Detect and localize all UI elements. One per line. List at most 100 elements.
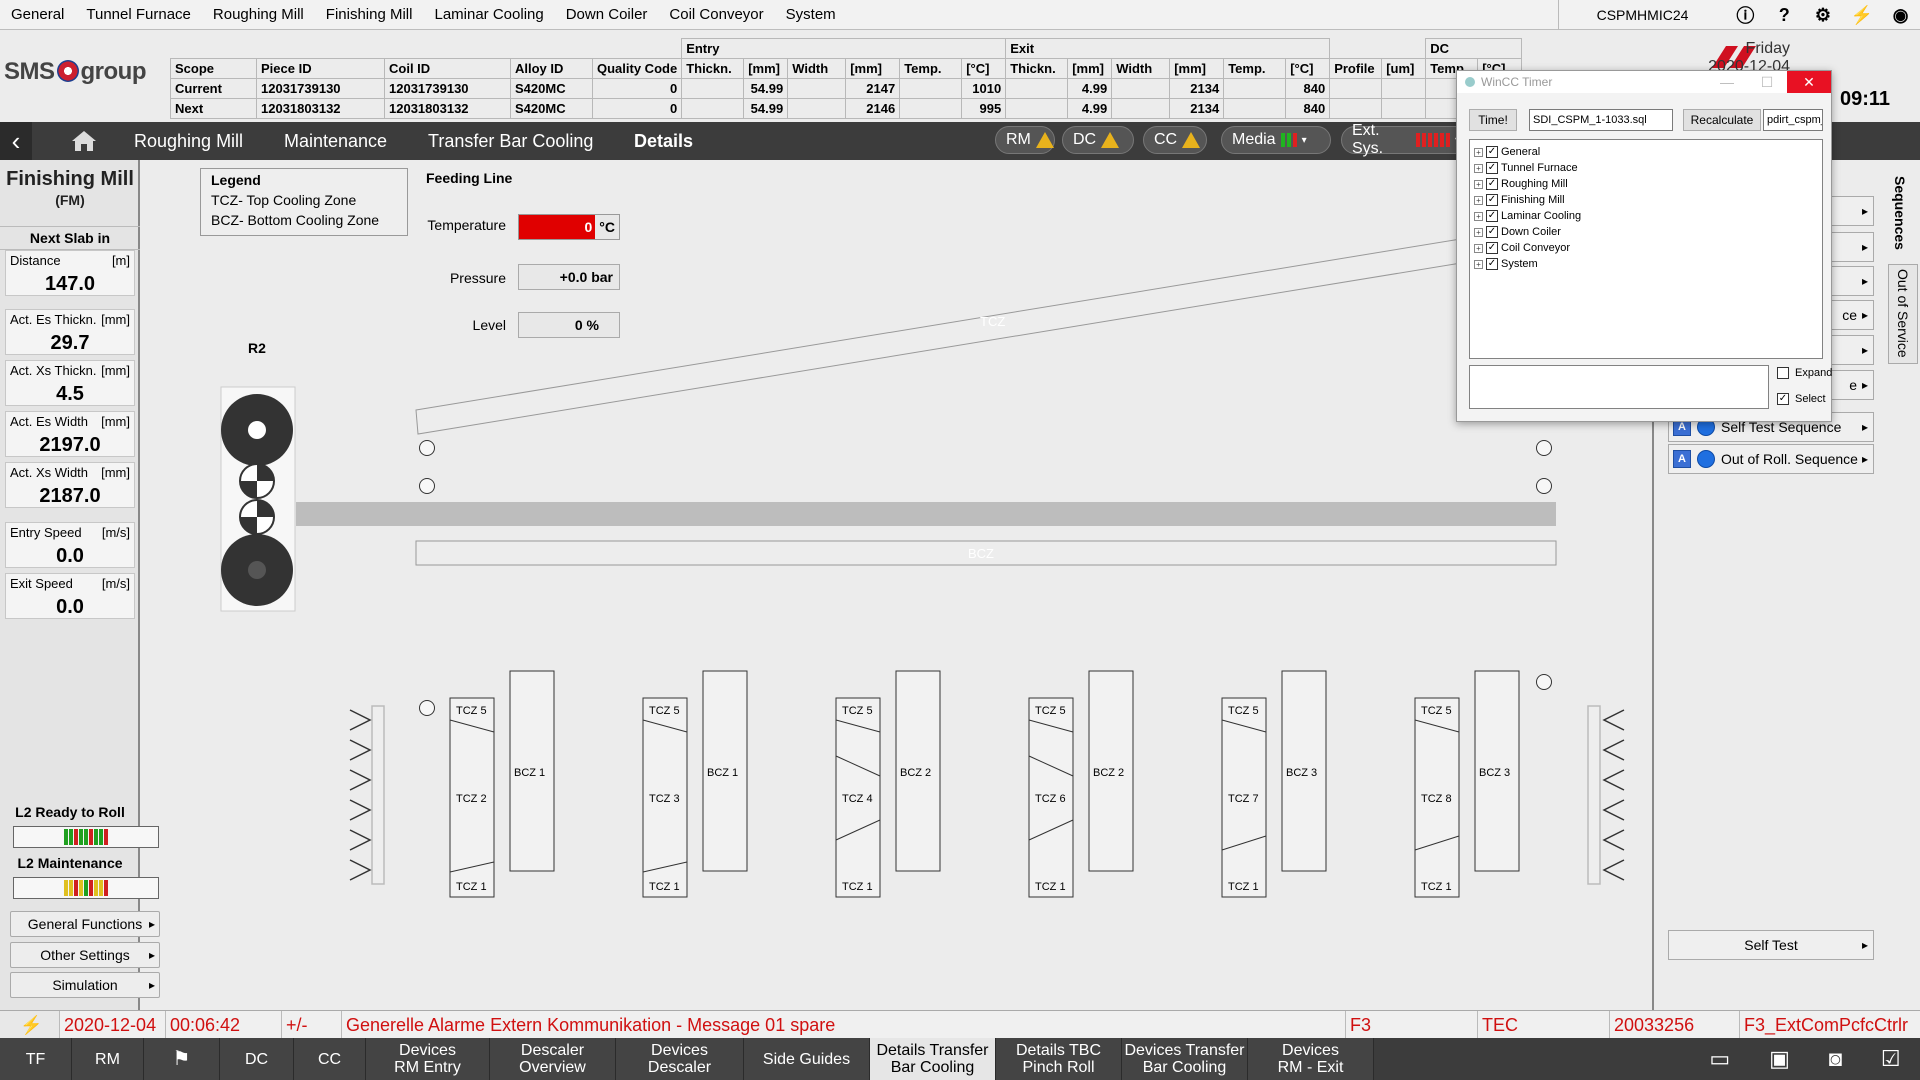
- tab-out-of-service[interactable]: Out of Service: [1888, 264, 1918, 364]
- camera-icon[interactable]: ◙: [1829, 1046, 1842, 1072]
- expand-plus-icon[interactable]: +: [1474, 147, 1483, 157]
- minimize-button[interactable]: —: [1711, 71, 1743, 93]
- tree-checkbox[interactable]: ✓: [1486, 258, 1498, 270]
- tree-item[interactable]: + ✓ Tunnel Furnace: [1474, 160, 1818, 176]
- tree-checkbox[interactable]: ✓: [1486, 210, 1498, 222]
- checkbox-icon[interactable]: ☑: [1881, 1046, 1901, 1072]
- tree-item[interactable]: + ✓ Down Coiler: [1474, 224, 1818, 240]
- expand-plus-icon[interactable]: +: [1474, 243, 1483, 253]
- tree-item-label: Down Coiler: [1501, 226, 1561, 238]
- bottom-nav-item[interactable]: Devices RM Entry: [366, 1038, 490, 1080]
- bottom-nav-label: Descaler Overview: [519, 1042, 586, 1076]
- bottom-nav-item[interactable]: Details Transfer Bar Cooling: [870, 1038, 996, 1080]
- backup-roll-top: [239, 463, 275, 499]
- bottom-nav-label: Devices Transfer Bar Cooling: [1124, 1042, 1245, 1076]
- sequence-label: ce: [1842, 307, 1857, 323]
- status-dot-icon: [1697, 450, 1715, 468]
- monitor-menu-icon[interactable]: ▭: [1709, 1046, 1730, 1072]
- tree-checkbox[interactable]: ✓: [1486, 162, 1498, 174]
- time-button[interactable]: Time!: [1469, 109, 1517, 131]
- bottom-nav-item[interactable]: TF: [0, 1038, 72, 1080]
- tree-item-label: System: [1501, 258, 1538, 270]
- bottom-nav-label: Details TBC Pinch Roll: [1015, 1042, 1102, 1076]
- alarm-time: 00:06:42: [166, 1010, 282, 1039]
- tree-item[interactable]: + ✓ Coil Conveyor: [1474, 240, 1818, 256]
- tree-item[interactable]: + ✓ Roughing Mill: [1474, 176, 1818, 192]
- tree-item-label: Finishing Mill: [1501, 194, 1565, 206]
- app-icon: [1465, 77, 1475, 87]
- tcz-top-label: TCZ 5: [1228, 705, 1259, 717]
- expand-plus-icon[interactable]: +: [1474, 211, 1483, 221]
- bottom-nav-label: Details Transfer Bar Cooling: [876, 1042, 989, 1076]
- cooling-zone: TCZ 5 TCZ 8 TCZ 1 BCZ 3: [1414, 670, 1520, 898]
- db-name-field[interactable]: pdirt_cspm_3: [1763, 109, 1823, 131]
- expand-plus-icon[interactable]: +: [1474, 163, 1483, 173]
- tree-checkbox[interactable]: ✓: [1486, 194, 1498, 206]
- expand-plus-icon[interactable]: +: [1474, 259, 1483, 269]
- sensor-icon[interactable]: [1536, 478, 1552, 494]
- expand-checkbox[interactable]: Expand: [1777, 367, 1832, 379]
- sequence-label: e: [1849, 377, 1857, 393]
- self-test-label: Self Test: [1744, 937, 1798, 953]
- bottom-nav-label: Devices RM - Exit: [1277, 1042, 1344, 1076]
- bottom-nav-item[interactable]: Details TBC Pinch Roll: [996, 1038, 1122, 1080]
- sensor-icon[interactable]: [419, 478, 435, 494]
- sensor-icon[interactable]: [1536, 674, 1552, 690]
- bottom-nav-item[interactable]: Devices RM - Exit: [1248, 1038, 1374, 1080]
- tcz-bot-label: TCZ 1: [1421, 881, 1452, 893]
- bottom-nav-label: RM: [95, 1050, 120, 1068]
- expand-checkbox-box[interactable]: [1777, 367, 1789, 379]
- tcz-top-label: TCZ 5: [649, 705, 680, 717]
- tcz-top-label: TCZ 5: [1421, 705, 1452, 717]
- out-of-roll-sequence-button[interactable]: A Out of Roll. Sequence: [1668, 444, 1874, 474]
- bcz-label: BCZ 1: [514, 767, 545, 779]
- output-text-area[interactable]: [1469, 365, 1769, 409]
- expand-plus-icon[interactable]: +: [1474, 179, 1483, 189]
- right-spray-nozzles: [1587, 705, 1625, 885]
- tree-item[interactable]: + ✓ Laminar Cooling: [1474, 208, 1818, 224]
- sensor-icon[interactable]: [1536, 440, 1552, 456]
- bottom-nav-item[interactable]: RM: [72, 1038, 144, 1080]
- bottom-nav-item[interactable]: Devices Descaler: [616, 1038, 744, 1080]
- tree-item[interactable]: + ✓ General: [1474, 144, 1818, 160]
- alarm-area: F3: [1346, 1010, 1478, 1039]
- bottom-nav-item[interactable]: Side Guides: [744, 1038, 870, 1080]
- select-checkbox[interactable]: ✓ Select: [1777, 393, 1826, 405]
- tree-checkbox[interactable]: ✓: [1486, 178, 1498, 190]
- tree-item-label: General: [1501, 146, 1541, 158]
- bottom-nav-item[interactable]: ⚑: [144, 1038, 220, 1080]
- sensor-icon[interactable]: [419, 440, 435, 456]
- work-roll-bottom-hub: [248, 561, 266, 579]
- close-button[interactable]: ✕: [1787, 71, 1831, 93]
- alarm-type: TEC: [1478, 1010, 1610, 1039]
- tab-sequences[interactable]: Sequences: [1892, 176, 1908, 266]
- tree-item[interactable]: + ✓ System: [1474, 256, 1818, 272]
- bottom-nav-label: CC: [317, 1050, 342, 1068]
- tree-checkbox[interactable]: ✓: [1486, 226, 1498, 238]
- sensor-icon[interactable]: [419, 700, 435, 716]
- bcz-label: BCZ 3: [1286, 767, 1317, 779]
- expand-plus-icon[interactable]: +: [1474, 227, 1483, 237]
- alarm-message: Generelle Alarme Extern Kommunikation - …: [342, 1010, 1346, 1039]
- bottom-nav-item[interactable]: DC: [220, 1038, 294, 1080]
- tree-checkbox[interactable]: ✓: [1486, 146, 1498, 158]
- bottom-nav-item[interactable]: CC: [294, 1038, 366, 1080]
- recalculate-button[interactable]: Recalculate: [1683, 109, 1761, 131]
- tree-checkbox[interactable]: ✓: [1486, 242, 1498, 254]
- tcz-mid-label: TCZ 4: [842, 793, 873, 805]
- bottom-nav-item[interactable]: Descaler Overview: [490, 1038, 616, 1080]
- expand-plus-icon[interactable]: +: [1474, 195, 1483, 205]
- cooling-zone: TCZ 5 TCZ 7 TCZ 1 BCZ 3: [1221, 670, 1327, 898]
- bottom-nav-item[interactable]: Devices Transfer Bar Cooling: [1122, 1038, 1248, 1080]
- alarm-bar[interactable]: ⚡ 2020-12-04 00:06:42 +/- Generelle Alar…: [0, 1010, 1920, 1039]
- maximize-button[interactable]: ☐: [1751, 71, 1783, 93]
- wincc-timer-window: WinCC Timer — ☐ ✕ Time! SDI_CSPM_1-1033.…: [1456, 70, 1832, 422]
- sql-file-field[interactable]: SDI_CSPM_1-1033.sql: [1529, 109, 1673, 131]
- alarm-flash-icon[interactable]: ⚡: [0, 1010, 60, 1039]
- select-checkbox-box[interactable]: ✓: [1777, 393, 1789, 405]
- screen-switch-icon[interactable]: ▣: [1769, 1046, 1790, 1072]
- alarm-date: 2020-12-04: [60, 1010, 166, 1039]
- tree-item[interactable]: + ✓ Finishing Mill: [1474, 192, 1818, 208]
- bcz-label: BCZ 1: [707, 767, 738, 779]
- self-test-button[interactable]: Self Test: [1668, 930, 1874, 960]
